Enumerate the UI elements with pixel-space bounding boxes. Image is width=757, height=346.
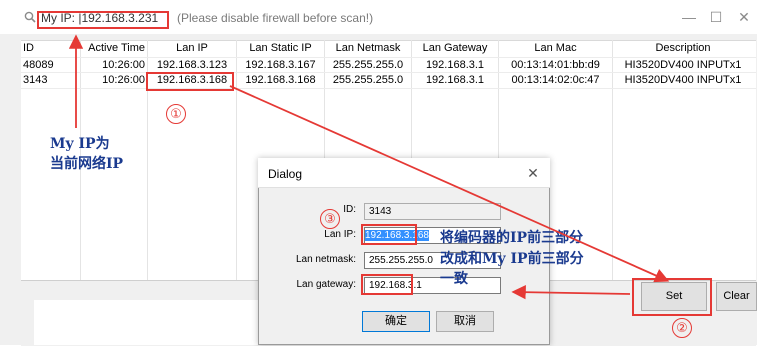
id-field: 3143 bbox=[364, 203, 501, 220]
dialog-title: Dialog bbox=[268, 167, 303, 181]
table-cell[interactable]: 192.168.3.168 bbox=[237, 73, 324, 88]
maximize-button[interactable]: ☐ bbox=[705, 9, 727, 25]
annotation-number-2: ② bbox=[672, 318, 692, 338]
column-header-lan-netmask[interactable]: Lan Netmask bbox=[325, 41, 411, 56]
annotation-number-1: ① bbox=[166, 104, 186, 124]
search-icon bbox=[24, 11, 36, 23]
lan-gateway-label: Lan gateway: bbox=[296, 279, 357, 290]
table-cell[interactable]: 255.255.255.0 bbox=[325, 58, 411, 73]
annotation-note-change-2: 改成和My IP前三部分 bbox=[440, 251, 584, 267]
close-button[interactable]: ✕ bbox=[733, 9, 755, 25]
table-cell[interactable]: 192.168.3.1 bbox=[412, 58, 498, 73]
table-cell[interactable]: 10:26:00 bbox=[82, 58, 145, 73]
column-header-id[interactable]: ID bbox=[23, 41, 34, 56]
ok-button[interactable]: 确定 bbox=[362, 311, 430, 332]
column-header-description[interactable]: Description bbox=[613, 41, 753, 56]
table-cell[interactable]: HI3520DV400 INPUTx1 bbox=[613, 73, 753, 88]
dialog-close-icon[interactable]: ✕ bbox=[524, 164, 542, 182]
table-cell[interactable]: HI3520DV400 INPUTx1 bbox=[613, 58, 753, 73]
lan-ip-label: Lan IP: bbox=[324, 229, 356, 240]
column-header-lan-gateway[interactable]: Lan Gateway bbox=[412, 41, 498, 56]
annotation-note-change-3: 一致 bbox=[440, 271, 468, 287]
lan-netmask-label: Lan netmask: bbox=[295, 254, 356, 265]
column-header-lan-ip[interactable]: Lan IP bbox=[148, 41, 236, 56]
annotation-note-change-1: 将编码器的IP前三部分 bbox=[440, 230, 584, 246]
column-header-active-time[interactable]: Active Time bbox=[82, 41, 145, 56]
table-cell[interactable]: 192.168.3.1 bbox=[412, 73, 498, 88]
annotation-box-lan-ip bbox=[146, 72, 234, 91]
table-cell[interactable]: 00:13:14:01:bb:d9 bbox=[499, 58, 612, 73]
annotation-note-myip-2: 当前网络IP bbox=[50, 156, 124, 172]
minimize-button[interactable]: — bbox=[678, 9, 700, 25]
panel-area bbox=[34, 300, 259, 345]
table-cell[interactable]: 3143 bbox=[23, 73, 47, 88]
annotation-box-dialog-gateway bbox=[361, 274, 413, 295]
annotation-box-set bbox=[632, 278, 712, 316]
table-cell[interactable]: 255.255.255.0 bbox=[325, 73, 411, 88]
table-cell[interactable]: 10:26:00 bbox=[82, 73, 145, 88]
annotation-box-dialog-ip bbox=[361, 224, 417, 245]
annotation-number-3: ③ bbox=[320, 209, 340, 229]
cancel-button[interactable]: 取消 bbox=[436, 311, 494, 332]
window-title-hint: (Please disable firewall before scan!) bbox=[177, 11, 374, 25]
table-cell[interactable]: 192.168.3.123 bbox=[148, 58, 236, 73]
table-cell[interactable]: 48089 bbox=[23, 58, 54, 73]
clear-button[interactable]: Clear bbox=[716, 282, 757, 311]
table-cell[interactable]: 00:13:14:02:0c:47 bbox=[499, 73, 612, 88]
column-header-lan-mac[interactable]: Lan Mac bbox=[499, 41, 612, 56]
row-divider bbox=[21, 88, 756, 89]
annotation-note-myip-1: My IP为 bbox=[50, 136, 110, 152]
table-cell[interactable]: 192.168.3.167 bbox=[237, 58, 324, 73]
column-header-lan-static-ip[interactable]: Lan Static IP bbox=[237, 41, 324, 56]
annotation-box-myip bbox=[37, 11, 169, 29]
